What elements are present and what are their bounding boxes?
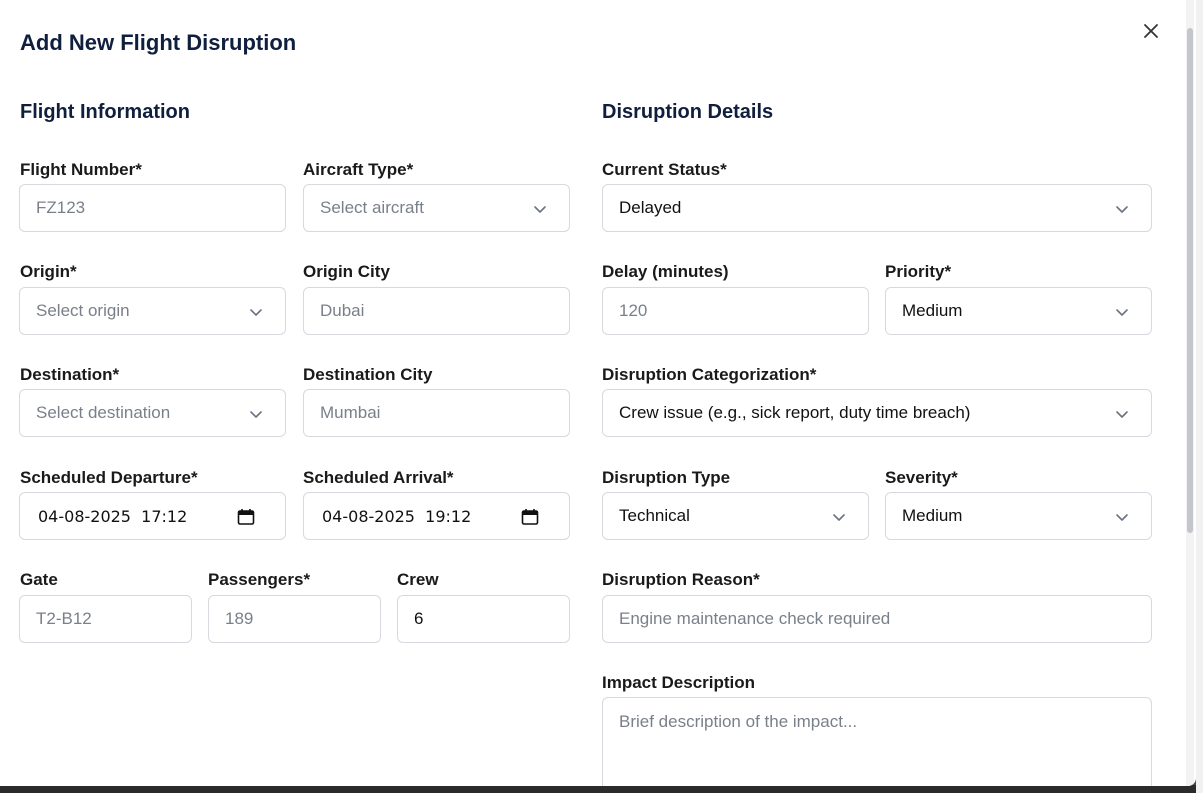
current-status-select[interactable]: Delayed bbox=[602, 184, 1152, 232]
flight-number-placeholder: FZ123 bbox=[36, 198, 86, 217]
chevron-down-icon bbox=[250, 309, 262, 316]
chevron-down-icon bbox=[1116, 206, 1128, 213]
disruption-reason-placeholder: Engine maintenance check required bbox=[619, 609, 891, 628]
priority-select[interactable]: Medium bbox=[885, 287, 1152, 335]
destination-label: Destination* bbox=[20, 365, 120, 384]
severity-select[interactable]: Medium bbox=[885, 492, 1152, 540]
disruption-type-value: Technical bbox=[619, 506, 690, 525]
disruption-reason-label: Disruption Reason* bbox=[602, 570, 760, 589]
add-disruption-modal: Add New Flight Disruption Flight Informa… bbox=[0, 0, 1196, 786]
origin-city-label: Origin City bbox=[303, 262, 390, 281]
passengers-label: Passengers* bbox=[208, 570, 311, 589]
scheduled-departure-value: 04-08-2025 17:12 bbox=[38, 506, 188, 526]
delay-minutes-input[interactable]: 120 bbox=[602, 287, 869, 335]
flight-number-label: Flight Number* bbox=[20, 160, 142, 179]
categorization-value: Crew issue (e.g., sick report, duty time… bbox=[619, 403, 971, 422]
chevron-down-icon bbox=[534, 206, 546, 213]
passengers-placeholder: 189 bbox=[225, 609, 254, 628]
passengers-input[interactable]: 189 bbox=[208, 595, 381, 643]
destination-placeholder: Select destination bbox=[36, 403, 171, 422]
close-icon[interactable] bbox=[1138, 18, 1164, 44]
flight-number-input[interactable]: FZ123 bbox=[19, 184, 286, 232]
disruption-reason-input[interactable]: Engine maintenance check required bbox=[602, 595, 1152, 643]
priority-value: Medium bbox=[902, 301, 963, 320]
backdrop-edge bbox=[1196, 0, 1203, 793]
scheduled-departure-label: Scheduled Departure* bbox=[20, 468, 198, 487]
aircraft-type-placeholder: Select aircraft bbox=[320, 198, 424, 217]
destination-select[interactable]: Select destination bbox=[19, 389, 286, 437]
priority-label: Priority* bbox=[885, 262, 952, 281]
scheduled-arrival-value: 04-08-2025 19:12 bbox=[322, 506, 472, 526]
origin-select[interactable]: Select origin bbox=[19, 287, 286, 335]
origin-placeholder: Select origin bbox=[36, 301, 130, 320]
origin-label: Origin* bbox=[20, 262, 77, 281]
current-status-label: Current Status* bbox=[602, 160, 727, 179]
severity-label: Severity* bbox=[885, 468, 958, 487]
calendar-icon[interactable] bbox=[237, 508, 255, 526]
chevron-down-icon bbox=[250, 411, 262, 418]
impact-description-textarea[interactable]: Brief description of the impact... bbox=[602, 697, 1152, 786]
impact-description-placeholder: Brief description of the impact... bbox=[619, 712, 858, 731]
current-status-value: Delayed bbox=[619, 198, 682, 217]
scheduled-arrival-input[interactable]: 04-08-2025 19:12 bbox=[303, 492, 570, 540]
flight-information-heading: Flight Information bbox=[20, 101, 190, 123]
destination-city-placeholder: Mumbai bbox=[320, 403, 381, 422]
modal-scrollbar-thumb[interactable] bbox=[1187, 28, 1193, 533]
crew-input[interactable]: 6 bbox=[397, 595, 570, 643]
categorization-label: Disruption Categorization* bbox=[602, 365, 817, 384]
crew-label: Crew bbox=[397, 570, 439, 589]
destination-city-label: Destination City bbox=[303, 365, 433, 384]
disruption-type-label: Disruption Type bbox=[602, 468, 731, 487]
delay-minutes-placeholder: 120 bbox=[619, 301, 648, 320]
destination-city-input[interactable]: Mumbai bbox=[303, 389, 570, 437]
scheduled-arrival-label: Scheduled Arrival* bbox=[303, 468, 454, 487]
modal-title: Add New Flight Disruption bbox=[20, 30, 297, 55]
categorization-select[interactable]: Crew issue (e.g., sick report, duty time… bbox=[602, 389, 1152, 437]
calendar-icon[interactable] bbox=[521, 508, 539, 526]
chevron-down-icon bbox=[1116, 309, 1128, 316]
chevron-down-icon bbox=[1116, 514, 1128, 521]
origin-city-input[interactable]: Dubai bbox=[303, 287, 570, 335]
gate-label: Gate bbox=[20, 570, 58, 589]
crew-value: 6 bbox=[414, 609, 424, 628]
delay-minutes-label: Delay (minutes) bbox=[602, 262, 729, 281]
disruption-type-select[interactable]: Technical bbox=[602, 492, 869, 540]
disruption-details-heading: Disruption Details bbox=[602, 101, 774, 123]
aircraft-type-select[interactable]: Select aircraft bbox=[303, 184, 570, 232]
gate-input[interactable]: T2-B12 bbox=[19, 595, 192, 643]
chevron-down-icon bbox=[833, 514, 845, 521]
aircraft-type-label: Aircraft Type* bbox=[303, 160, 414, 179]
origin-city-placeholder: Dubai bbox=[320, 301, 365, 320]
gate-placeholder: T2-B12 bbox=[36, 609, 92, 628]
severity-value: Medium bbox=[902, 506, 963, 525]
backdrop-table-header bbox=[0, 785, 1203, 793]
chevron-down-icon bbox=[1116, 411, 1128, 418]
impact-description-label: Impact Description bbox=[602, 673, 756, 692]
scheduled-departure-input[interactable]: 04-08-2025 17:12 bbox=[19, 492, 286, 540]
